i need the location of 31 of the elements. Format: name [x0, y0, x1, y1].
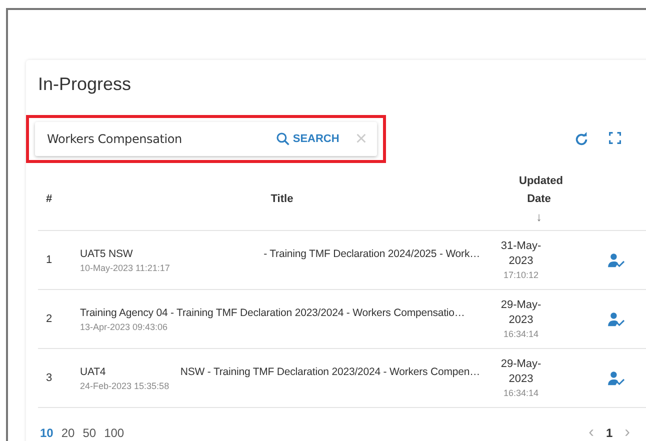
created-date: 10-May-2023 11:21:17	[80, 262, 171, 272]
row-title[interactable]: - Training TMF Declaration 2024/2025 - Work…	[264, 248, 480, 260]
assign-button[interactable]	[608, 370, 625, 386]
search-button[interactable]: SEARCH	[272, 132, 344, 146]
created-date: 24-Feb-2023 15:35:58	[80, 380, 170, 390]
table-cell-text: 2	[45, 313, 54, 325]
page-number[interactable]: 1	[604, 424, 615, 441]
row-title[interactable]: NSW - Training TMF Declaration 2023/2024 - Workers Compen…	[180, 366, 480, 378]
page-size-option[interactable]: 10	[38, 426, 56, 440]
panel-title: In-Progress	[38, 74, 132, 95]
updated-time: 16:34:14	[503, 328, 539, 340]
page-size-option[interactable]: 100	[102, 426, 126, 440]
column-header[interactable]: Title	[72, 192, 484, 204]
table-cell-text: 3	[45, 372, 54, 384]
updated-time: 17:10:12	[503, 269, 539, 281]
updated-date: 29-May-2023	[500, 357, 542, 387]
assign-button[interactable]	[608, 252, 625, 268]
updated-date: 29-May-2023	[500, 298, 542, 328]
updated-date: 31-May-2023	[500, 239, 542, 269]
search-icon	[276, 132, 290, 146]
row-title[interactable]: Training Agency 04 - Training TMF Declaration 2023/2024 - Workers Compensatio…	[80, 306, 465, 318]
column-header[interactable]: Updated Date ↓	[484, 170, 594, 228]
table-cell-text: 1	[45, 254, 54, 266]
row-title[interactable]: UAT4	[80, 366, 106, 378]
column-header[interactable]: #	[38, 192, 72, 204]
updated-time: 16:34:14	[503, 387, 539, 399]
created-date: 13-Apr-2023 09:43:06	[80, 322, 169, 332]
row-title[interactable]: UAT5 NSW	[80, 248, 133, 260]
page-size-option[interactable]: 20	[59, 426, 77, 440]
page-size-option[interactable]: 50	[80, 426, 98, 440]
assign-button[interactable]	[608, 312, 625, 326]
